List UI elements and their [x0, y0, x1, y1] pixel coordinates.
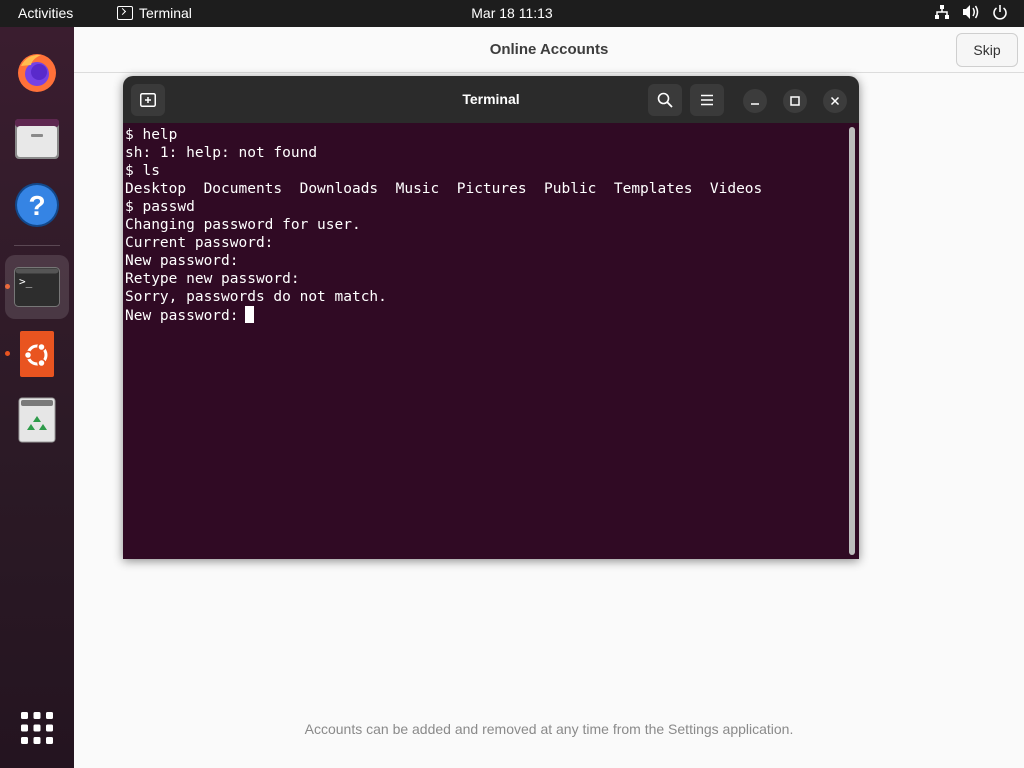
dock-item-software[interactable]: [5, 322, 69, 386]
minimize-icon: [751, 103, 759, 105]
terminal-line: $ passwd: [125, 199, 195, 215]
dock-item-firefox[interactable]: [5, 40, 69, 104]
terminal-line: $ help: [125, 127, 178, 143]
terminal-text: $ help sh: 1: help: not found $ ls Desktop …: [125, 126, 762, 325]
terminal-line: New password:: [125, 308, 239, 324]
dock-item-files[interactable]: [5, 107, 69, 171]
terminal-line: $ ls: [125, 163, 160, 179]
volume-icon: [963, 5, 979, 19]
top-bar: Activities Terminal Mar 18 11:13: [0, 0, 1024, 27]
terminal-line: Retype new password:: [125, 271, 300, 287]
terminal-prompt-line: New password:: [125, 306, 762, 325]
terminal-output[interactable]: $ help sh: 1: help: not found $ ls Desktop …: [123, 123, 859, 559]
terminal-title: Terminal: [462, 91, 520, 107]
terminal-line: Current password:: [125, 235, 274, 251]
firefox-icon: [18, 54, 56, 92]
help-icon: ?: [15, 183, 59, 227]
dock-separator: [14, 245, 60, 246]
dock-item-trash[interactable]: [5, 388, 69, 452]
new-tab-icon: [140, 93, 156, 107]
app-menu-label: Terminal: [139, 5, 192, 21]
ubuntu-software-icon: [20, 331, 54, 377]
clock[interactable]: Mar 18 11:13: [471, 5, 552, 21]
terminal-line: Sorry, passwords do not match.: [125, 289, 387, 305]
terminal-cursor: [244, 306, 254, 323]
footer-note: Accounts can be added and removed at any…: [304, 721, 794, 737]
terminal-line: Desktop Documents Downloads Music Pictur…: [125, 181, 763, 197]
search-button[interactable]: [648, 84, 682, 116]
hamburger-menu-icon: [701, 94, 713, 106]
network-icon: [935, 5, 949, 19]
close-icon: [830, 96, 840, 106]
svg-text:>_: >_: [19, 275, 33, 288]
close-button[interactable]: [823, 89, 847, 113]
terminal-line: Changing password for user.: [125, 217, 361, 233]
svg-text:?: ?: [28, 190, 45, 221]
terminal-line: sh: 1: help: not found: [125, 145, 318, 161]
terminal-icon: >_: [14, 267, 60, 307]
online-accounts-header: Online Accounts Skip: [74, 27, 1024, 73]
menu-button[interactable]: [690, 84, 724, 116]
dock-item-help[interactable]: ?: [5, 173, 69, 237]
power-icon: [993, 5, 1007, 20]
terminal-line: New password:: [125, 253, 239, 269]
files-icon: [15, 119, 59, 159]
terminal-icon: [117, 6, 133, 20]
dock: ? >_: [0, 27, 74, 768]
trash-icon: [18, 397, 56, 443]
search-icon: [657, 92, 673, 108]
terminal-headerbar[interactable]: Terminal: [123, 76, 859, 123]
app-grid-icon: [21, 712, 53, 744]
dock-item-show-apps[interactable]: [5, 696, 69, 760]
window-title: Online Accounts: [489, 41, 609, 58]
maximize-button[interactable]: [783, 89, 807, 113]
minimize-button[interactable]: [743, 89, 767, 113]
activities-button[interactable]: Activities: [18, 5, 73, 21]
system-menu[interactable]: [934, 4, 1008, 20]
skip-button[interactable]: Skip: [956, 33, 1018, 67]
app-menu[interactable]: Terminal: [117, 5, 192, 21]
new-tab-button[interactable]: [131, 84, 165, 116]
terminal-scrollbar[interactable]: [849, 127, 855, 555]
terminal-window[interactable]: Terminal $ help sh: 1: help: not found $…: [123, 76, 859, 559]
dock-item-terminal[interactable]: >_: [5, 255, 69, 319]
maximize-icon: [790, 96, 800, 106]
